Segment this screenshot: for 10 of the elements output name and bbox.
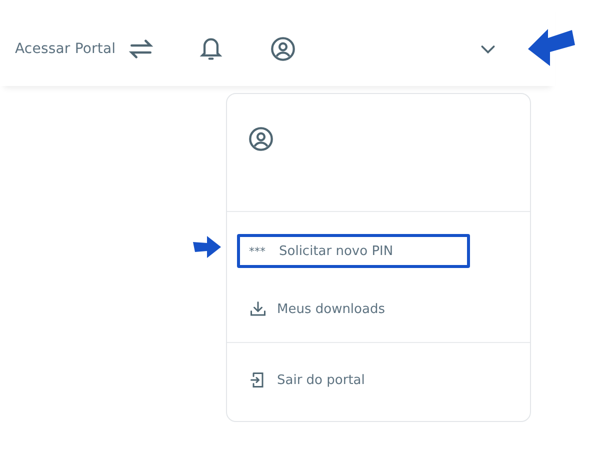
user-icon	[248, 126, 274, 152]
portal-link[interactable]: Acessar Portal	[15, 41, 116, 57]
user-icon	[270, 36, 296, 62]
download-icon	[249, 300, 267, 318]
menu-item[interactable]: Meus downloads	[237, 292, 470, 326]
menu-item[interactable]: Sair do portal	[237, 363, 470, 397]
asterisks-icon: ***	[249, 244, 269, 258]
menu-item[interactable]: *** Solicitar novo PIN	[237, 234, 470, 268]
arrow-icon	[193, 236, 221, 258]
bell-icon[interactable]	[198, 35, 224, 63]
